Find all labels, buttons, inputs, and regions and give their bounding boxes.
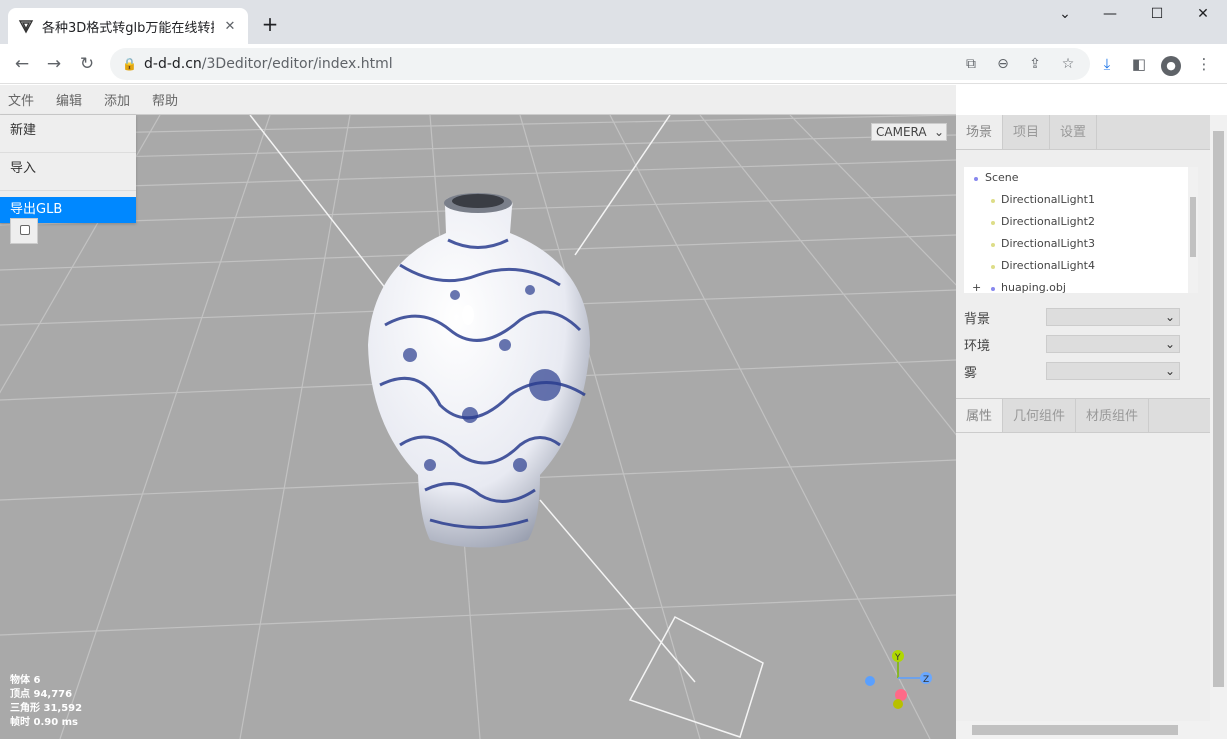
camera-select-value: CAMERA (876, 125, 927, 139)
object-dot-icon (974, 177, 978, 181)
info-objects: 物体 6 (10, 675, 41, 686)
fog-select[interactable]: ⌄ (1046, 362, 1180, 380)
viewport-scene: Y Z (0, 115, 956, 739)
address-bar[interactable]: 🔒 d-d-d.cn/3Deditor/editor/index.html (110, 48, 1090, 80)
menu-help[interactable]: 帮助 (144, 90, 186, 109)
outliner-scroll-thumb[interactable] (1190, 197, 1196, 257)
tab-material[interactable]: 材质组件 (1076, 399, 1150, 432)
minimize-button[interactable]: — (1087, 6, 1133, 26)
outliner-item-label: DirectionalLight4 (1001, 259, 1095, 272)
bookmark-star-icon[interactable]: ☆ (1056, 52, 1080, 76)
tab-settings[interactable]: 设置 (1050, 115, 1098, 149)
chevron-down-icon: ⌄ (1164, 337, 1175, 351)
page-scrollbar[interactable] (1210, 115, 1227, 739)
maximize-button[interactable]: ☐ (1134, 6, 1180, 26)
site-favicon-icon (18, 20, 34, 34)
chevron-down-icon: ⌄ (1164, 364, 1175, 378)
expand-icon[interactable]: + (972, 277, 981, 299)
browser-toolbar: ← → ↻ 🔒 d-d-d.cn/3Deditor/editor/index.h… (0, 44, 1227, 84)
page-scroll-thumb[interactable] (1213, 131, 1224, 687)
outliner-item-light4[interactable]: DirectionalLight4 (964, 255, 1198, 277)
3d-viewport[interactable]: Y Z (0, 115, 956, 739)
chevron-down-icon: ⌄ (1164, 310, 1175, 324)
tab-title: 各种3D格式转glb万能在线转换 (42, 20, 214, 36)
zoom-icon[interactable]: ⊖ (991, 52, 1015, 76)
properties-tabs: 属性 几何组件 材质组件 (956, 398, 1210, 433)
back-icon[interactable]: ← (10, 52, 34, 76)
viewport-info: 物体 6 顶点 94,776 三角形 31,592 帧时 0.90 ms (10, 674, 82, 730)
url-path: /3Deditor/editor/index.html (201, 56, 393, 72)
scene-outliner[interactable]: Scene DirectionalLight1 DirectionalLight… (964, 167, 1198, 294)
profile-avatar-icon[interactable]: ● (1159, 52, 1183, 76)
environment-select[interactable]: ⌄ (1046, 335, 1180, 353)
new-tab-button[interactable]: + (258, 12, 282, 36)
outliner-item-light3[interactable]: DirectionalLight3 (964, 233, 1198, 255)
vase-model (368, 193, 590, 548)
browser-tab[interactable]: 各种3D格式转glb万能在线转换 ✕ (8, 8, 248, 44)
info-frame-time: 帧时 0.90 ms (10, 717, 79, 728)
outliner-item-light2[interactable]: DirectionalLight2 (964, 211, 1198, 233)
light-dot-icon (991, 221, 995, 225)
menu-add[interactable]: 添加 (96, 90, 138, 109)
browser-menu-icon[interactable]: ⋮ (1192, 52, 1216, 76)
light-dot-icon (991, 199, 995, 203)
open-external-icon[interactable]: ⧉ (959, 52, 983, 76)
outliner-item-label: DirectionalLight3 (1001, 237, 1095, 250)
close-window-button[interactable]: ✕ (1180, 6, 1226, 26)
tab-project[interactable]: 项目 (1003, 115, 1051, 149)
background-select[interactable]: ⌄ (1046, 308, 1180, 326)
file-dropdown-menu: 新建 导入 导出GLB (0, 115, 136, 223)
tab-scene[interactable]: 场景 (956, 115, 1004, 149)
url-host: d-d-d.cn (144, 56, 202, 72)
download-icon[interactable]: ⤓ (1095, 52, 1119, 76)
reload-icon[interactable]: ↻ (75, 52, 99, 76)
outliner-item-huaping[interactable]: + huaping.obj (964, 277, 1198, 299)
outliner-item-label: DirectionalLight2 (1001, 215, 1095, 228)
outliner-item-light1[interactable]: DirectionalLight1 (964, 189, 1198, 211)
light-dot-icon (991, 243, 995, 247)
hscroll-thumb[interactable] (972, 725, 1178, 735)
axis-y-label: Y (894, 653, 901, 663)
info-triangles: 三角形 31,592 (10, 703, 83, 714)
checkbox-box (20, 225, 30, 235)
sidebar-hscrollbar[interactable] (956, 721, 1210, 739)
outliner-item-label: Scene (985, 171, 1019, 184)
menu-item-new[interactable]: 新建 (0, 115, 136, 153)
sidebar-panel: 场景 项目 设置 Scene DirectionalLight1 Directi… (956, 115, 1210, 739)
outliner-item-scene[interactable]: Scene (964, 167, 1198, 189)
browser-tab-strip: 各种3D格式转glb万能在线转换 ✕ + ⌄ — ☐ ✕ (0, 0, 1227, 44)
menu-item-import[interactable]: 导入 (0, 153, 136, 191)
viewport-toggle-checkbox[interactable] (10, 218, 38, 244)
lock-icon: 🔒 (122, 57, 137, 71)
menu-file[interactable]: 文件 (0, 90, 42, 109)
share-icon[interactable]: ⇪ (1023, 52, 1047, 76)
outliner-scrollbar[interactable] (1188, 167, 1198, 293)
sidebar-tabs: 场景 项目 设置 (956, 115, 1210, 150)
side-panel-icon[interactable]: ◧ (1127, 52, 1151, 76)
tab-geometry[interactable]: 几何组件 (1003, 399, 1077, 432)
prop-label-environment: 环境 (964, 339, 991, 354)
tab-close-icon[interactable]: ✕ (222, 19, 238, 34)
camera-select[interactable]: CAMERA ⌄ (871, 123, 947, 141)
outliner-item-label: huaping.obj (1001, 281, 1066, 294)
info-vertices: 顶点 94,776 (10, 689, 73, 700)
chevron-down-icon: ⌄ (933, 125, 944, 139)
menu-edit[interactable]: 编辑 (48, 90, 90, 109)
object-dot-icon (991, 287, 995, 291)
outliner-item-label: DirectionalLight1 (1001, 193, 1095, 206)
prop-label-fog: 雾 (964, 366, 978, 381)
app-menubar: 文件 编辑 添加 帮助 (0, 85, 956, 115)
axis-z-label: Z (923, 675, 929, 685)
tab-search-icon[interactable]: ⌄ (1042, 6, 1088, 26)
tab-properties[interactable]: 属性 (956, 399, 1004, 432)
forward-icon[interactable]: → (42, 52, 66, 76)
light-dot-icon (991, 265, 995, 269)
prop-label-background: 背景 (964, 312, 991, 327)
